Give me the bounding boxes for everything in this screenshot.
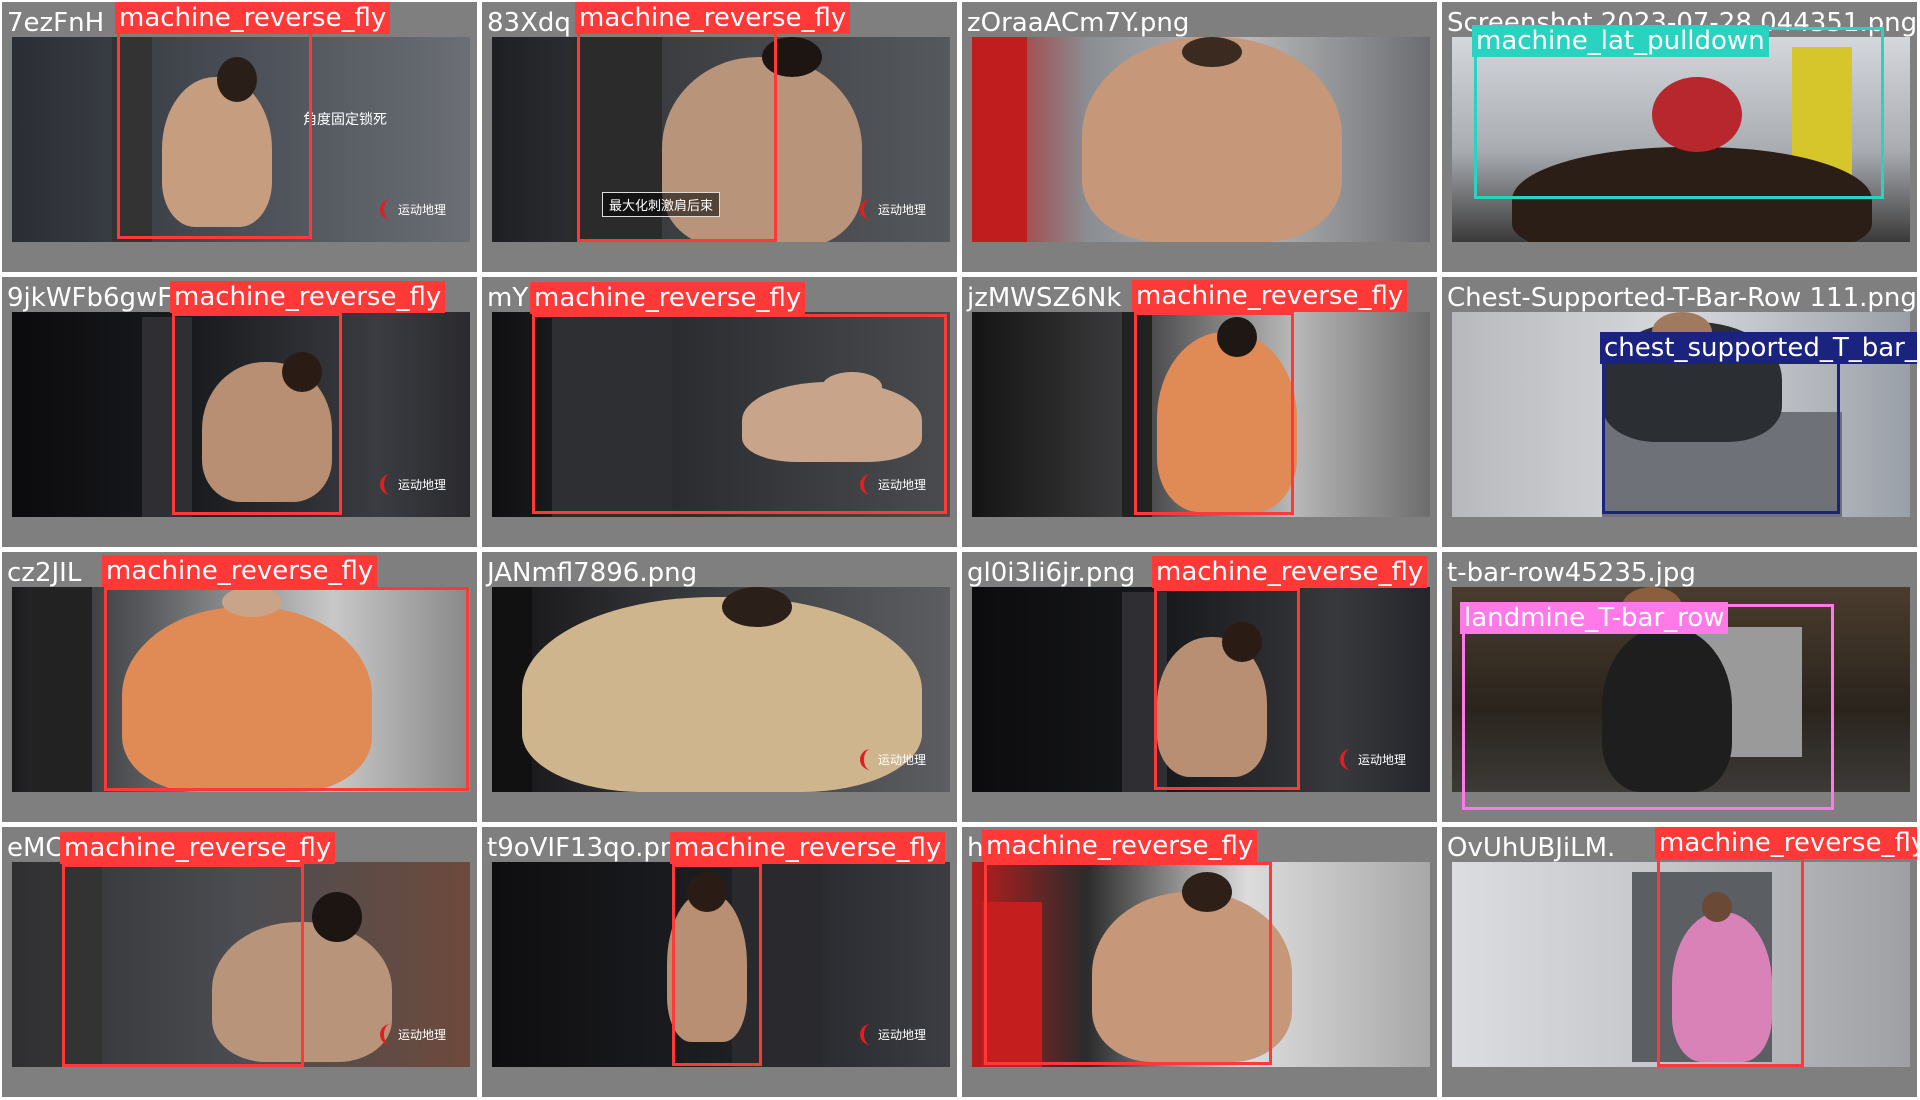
machine-shape xyxy=(32,587,92,792)
detection-bounding-box xyxy=(1134,312,1294,515)
image-filename: mY xyxy=(487,283,529,313)
image-filename: eMC xyxy=(7,833,64,863)
image-filename: 7ezFnH xyxy=(7,8,105,38)
result-tile: 运动地理 gl0i3li6jr.png machine_reverse_fly xyxy=(962,552,1437,822)
machine-shape xyxy=(972,37,1027,242)
detection-class-label: machine_reverse_fly xyxy=(670,832,946,864)
detection-class-label: machine_reverse_fly xyxy=(1132,280,1408,312)
watermark-logo: 运动地理 xyxy=(379,1024,452,1045)
result-tile: Screenshot 2023-07-28 044351.png machine_… xyxy=(1442,2,1917,272)
detection-bounding-box xyxy=(577,27,777,242)
detection-class-label: machine_reverse_fly xyxy=(115,2,391,34)
image-filename: gl0i3li6jr.png xyxy=(967,558,1136,588)
result-tile: 运动地理 t9oVIF13qo.pn machine_reverse_fly xyxy=(482,827,957,1097)
detection-bounding-box xyxy=(1154,588,1300,790)
result-tile: Chest-Supported-T-Bar-Row 111.png chest_s… xyxy=(1442,277,1917,547)
result-tile: 角度固定锁死 运动地理 7ezFnH machine_reverse_fly xyxy=(2,2,477,272)
thumbnail-image: 运动地理 xyxy=(492,587,950,792)
detection-class-label: machine_reverse_fly xyxy=(982,830,1258,862)
result-tile: h machine_reverse_fly xyxy=(962,827,1437,1097)
head-shape xyxy=(1182,37,1242,67)
detection-class-label: machine_reverse_fly xyxy=(530,282,806,314)
detection-class-label: machine_reverse_fly xyxy=(170,281,446,313)
detection-class-label: machine_reverse_fly xyxy=(102,555,378,587)
watermark-logo: 运动地理 xyxy=(859,749,932,770)
image-filename: 83Xdq xyxy=(487,8,571,38)
thumbnail-image xyxy=(972,37,1430,242)
result-tile: jzMWSZ6Nk machine_reverse_fly xyxy=(962,277,1437,547)
detection-bounding-box xyxy=(672,864,762,1066)
image-filename: zOraaACm7Y.png xyxy=(967,8,1190,38)
detection-bounding-box xyxy=(172,313,342,515)
detection-bounding-box xyxy=(1657,857,1804,1067)
image-filename: t-bar-row45235.jpg xyxy=(1447,558,1696,588)
result-tile: cz2JIL machine_reverse_fly xyxy=(2,552,477,822)
watermark-logo: 运动地理 xyxy=(379,474,452,495)
detection-bounding-box xyxy=(1462,604,1834,810)
person-shape xyxy=(1082,37,1342,242)
result-tile: 最大化刺激肩后束 运动地理 83Xdq machine_reverse_fly xyxy=(482,2,957,272)
result-tile: OvUhUBJiLM. machine_reverse_fly xyxy=(1442,827,1917,1097)
result-tile: 运动地理 mY machine_reverse_fly xyxy=(482,277,957,547)
detection-bounding-box xyxy=(62,864,304,1067)
image-filename: t9oVIF13qo.pn xyxy=(487,833,677,863)
watermark-logo: 运动地理 xyxy=(1339,749,1412,770)
head-shape xyxy=(722,587,792,627)
image-filename: OvUhUBJiLM. xyxy=(1447,833,1616,863)
image-filename: Chest-Supported-T-Bar-Row 111.png xyxy=(1447,283,1917,313)
image-filename: cz2JIL xyxy=(7,558,82,588)
watermark-logo: 运动地理 xyxy=(379,199,452,220)
result-tile: 运动地理 JANmfl7896.png xyxy=(482,552,957,822)
watermark-logo: 运动地理 xyxy=(859,1024,932,1045)
detection-bounding-box xyxy=(104,587,469,791)
detection-bounding-box xyxy=(117,27,312,239)
detection-bounding-box xyxy=(984,862,1272,1065)
detection-class-label: chest_supported_T_bar_row xyxy=(1600,332,1917,364)
head-shape xyxy=(312,892,362,942)
result-tile: 运动地理 eMC machine_reverse_fly xyxy=(2,827,477,1097)
detection-class-label: machine_reverse_fly xyxy=(575,2,851,34)
detection-class-label: machine_lat_pulldown xyxy=(1472,25,1769,57)
detection-bounding-box xyxy=(532,314,947,514)
detection-class-label: landmine_T-bar_row xyxy=(1460,602,1729,634)
image-filename: JANmfl7896.png xyxy=(487,558,698,588)
detection-class-label: machine_reverse_fly xyxy=(1152,556,1428,588)
detection-class-label: machine_reverse_fly xyxy=(1655,827,1917,859)
image-filename: h xyxy=(967,833,984,863)
image-filename: 9jkWFb6gwF xyxy=(7,283,173,313)
result-tile: 运动地理 9jkWFb6gwF machine_reverse_fly xyxy=(2,277,477,547)
result-tile: t-bar-row45235.jpg landmine_T-bar_row xyxy=(1442,552,1917,822)
result-tile: zOraaACm7Y.png xyxy=(962,2,1437,272)
image-filename: jzMWSZ6Nk xyxy=(967,283,1122,313)
watermark-logo: 运动地理 xyxy=(859,199,932,220)
detection-class-label: machine_reverse_fly xyxy=(60,832,336,864)
detection-results-grid: 角度固定锁死 运动地理 7ezFnH machine_reverse_fly 最大化刺激… xyxy=(0,0,1920,1100)
